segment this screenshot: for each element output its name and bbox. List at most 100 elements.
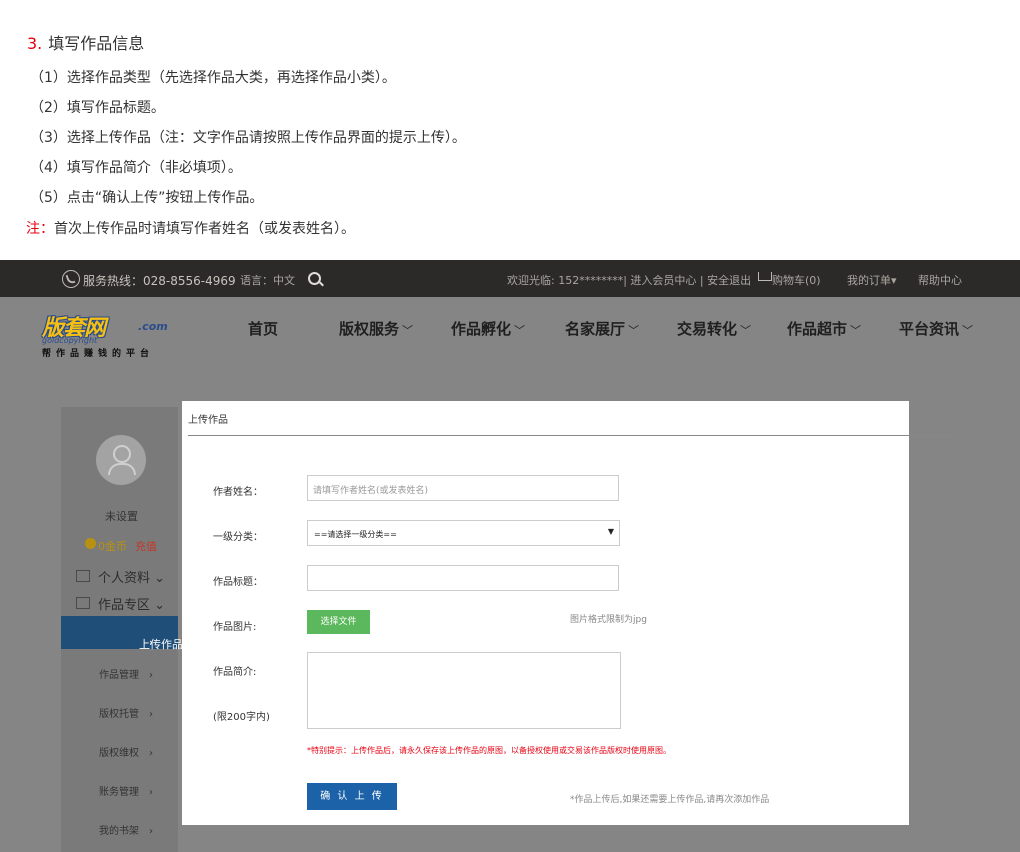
category-selected-value: ==请选择一级分类== xyxy=(314,530,397,539)
chevron-down-icon: ﹀ xyxy=(514,324,526,337)
chevron-down-icon: ﹀ xyxy=(962,324,974,337)
author-placeholder: 请填写作者姓名(或发表姓名) xyxy=(313,486,429,496)
nav-label: 名家展厅 xyxy=(565,320,626,338)
note-label: 注： xyxy=(26,221,54,237)
nav-label: 版权服务 xyxy=(339,320,400,338)
logo-tagline: 帮作品赚钱的平台 xyxy=(42,349,155,359)
nav-masters-gallery[interactable]: 名家展厅 ﹀ xyxy=(565,318,639,339)
site-logo[interactable]: 版套网 .com goldcopyright 帮作品赚钱的平台 xyxy=(42,310,172,360)
my-orders-link[interactable]: 我的订单▾ xyxy=(847,272,897,288)
works-icon xyxy=(76,597,90,609)
panel-title: 上传作品 xyxy=(188,415,228,426)
nav-label: 平台资讯 xyxy=(899,320,960,338)
author-label: 作者姓名： xyxy=(213,487,263,498)
chevron-down-icon: ﹀ xyxy=(740,324,752,337)
step-4: （4）填写作品简介（非必填项）。 xyxy=(30,160,242,176)
chevron-down-icon: ⌄ xyxy=(154,598,166,613)
menu-label: 账务管理 xyxy=(99,787,139,798)
section-title: 填写作品信息 xyxy=(48,34,145,53)
coin-icon xyxy=(85,538,96,549)
language-selector[interactable]: 语言：中文 xyxy=(240,272,295,288)
author-name-input[interactable]: 请填写作者姓名(或发表姓名) xyxy=(307,475,619,501)
website-screenshot: 服务热线：028-8556-4969 语言：中文 欢迎光临: 152******… xyxy=(0,260,1020,852)
note-text: 首次上传作品时请填写作者姓名（或发表姓名）。 xyxy=(54,221,355,237)
title-label: 作品标题： xyxy=(213,577,263,588)
nav-label: 交易转化 xyxy=(677,320,738,338)
hotline-text: 服务热线：028-8556-4969 xyxy=(83,274,236,288)
chevron-right-icon: › xyxy=(149,709,153,720)
chevron-right-icon: › xyxy=(149,787,153,798)
recharge-link[interactable]: 充值 xyxy=(135,538,157,554)
sidebar-item-bookshelf[interactable]: 我的书架 › xyxy=(99,822,153,837)
menu-label: 作品专区 xyxy=(98,598,151,613)
sidebar-item-works-manage[interactable]: 作品管理 › xyxy=(99,666,153,681)
intro-label: 作品简介: xyxy=(213,667,257,678)
nav-copyright-service[interactable]: 版权服务 ﹀ xyxy=(339,318,413,339)
divider xyxy=(188,435,953,436)
nav-label: 作品超市 xyxy=(787,320,848,338)
note: 注：首次上传作品时请填写作者姓名（或发表姓名）。 xyxy=(26,218,355,238)
menu-label: 我的书架 xyxy=(99,826,139,837)
intro-limit: (限200字内) xyxy=(213,712,270,723)
sidebar-item-custody[interactable]: 版权托管 › xyxy=(99,705,153,720)
step-1: （1）选择作品类型（先选择作品大类，再选择作品小类）。 xyxy=(30,70,396,86)
logo-english: goldcopyright xyxy=(42,336,98,345)
confirm-upload-button[interactable]: 确 认 上 传 xyxy=(307,783,397,810)
chevron-right-icon: › xyxy=(149,670,153,681)
menu-label: 版权托管 xyxy=(99,709,139,720)
work-title-input[interactable] xyxy=(307,565,619,591)
chevron-down-icon: ﹀ xyxy=(628,324,640,337)
category-label: 一级分类： xyxy=(213,532,263,543)
sidebar-item-rights[interactable]: 版权维权 › xyxy=(99,744,153,759)
top-bar: 服务热线：028-8556-4969 语言：中文 欢迎光临: 152******… xyxy=(0,260,1020,297)
nav-label: 作品孵化 xyxy=(451,320,512,338)
intro-textarea[interactable] xyxy=(307,652,621,729)
dropdown-caret-icon: ▼ xyxy=(607,527,614,536)
phone-icon xyxy=(62,270,80,288)
nav-label: 首页 xyxy=(248,320,279,338)
menu-label: 版权维权 xyxy=(99,748,139,759)
sidebar-item-upload[interactable]: 上传作品 › xyxy=(61,616,183,651)
search-icon[interactable] xyxy=(308,272,321,285)
help-center-link[interactable]: 帮助中心 xyxy=(918,272,962,288)
menu-label: 个人资料 xyxy=(98,571,151,586)
special-warning: *特别提示：上传作品后，请永久保存该上传作品的原图，以备授权使用或交易该作品版权… xyxy=(307,746,671,755)
chevron-right-icon: › xyxy=(149,826,153,837)
menu-label: 作品管理 xyxy=(99,670,139,681)
avatar[interactable] xyxy=(96,435,146,485)
image-format-hint: 图片格式限制为jpg xyxy=(570,615,647,625)
step-2: （2）填写作品标题。 xyxy=(30,100,165,116)
nav-trading[interactable]: 交易转化 ﹀ xyxy=(677,318,751,339)
submit-hint: *作品上传后,如果还需要上传作品,请再次添加作品 xyxy=(570,795,770,805)
step-5: （5）点击“确认上传”按钮上传作品。 xyxy=(30,190,264,206)
step-3: （3）选择上传作品（注：文字作品请按照上传作品界面的提示上传）。 xyxy=(30,130,466,146)
chevron-down-icon: ⌄ xyxy=(154,571,166,586)
logo-com: .com xyxy=(138,320,168,333)
upload-form-panel xyxy=(182,401,909,825)
profile-icon xyxy=(76,570,90,582)
chevron-right-icon: › xyxy=(149,636,154,649)
chevron-right-icon: › xyxy=(149,748,153,759)
username: 未设置 xyxy=(105,510,138,523)
sidebar-item-accounts[interactable]: 账务管理 › xyxy=(99,783,153,798)
nav-works-market[interactable]: 作品超市 ﹀ xyxy=(787,318,861,339)
section-heading: 3. 填写作品信息 xyxy=(27,30,144,54)
menu-profile[interactable]: 个人资料 ⌄ xyxy=(98,567,165,586)
image-label: 作品图片: xyxy=(213,622,257,633)
cart-link[interactable]: 购物车(0) xyxy=(772,272,821,288)
menu-label: 上传作品 xyxy=(139,638,183,651)
nav-home[interactable]: 首页 xyxy=(248,318,278,339)
nav-news[interactable]: 平台资讯 ﹀ xyxy=(899,318,973,339)
chevron-down-icon: ﹀ xyxy=(850,324,862,337)
user-icon xyxy=(113,445,131,463)
category-select[interactable]: ==请选择一级分类== ▼ xyxy=(307,520,620,546)
section-number: 3. xyxy=(27,34,43,53)
choose-file-button[interactable]: 选择文件 xyxy=(307,610,370,634)
cart-icon[interactable] xyxy=(758,272,772,281)
coin-balance: 0金币 xyxy=(98,540,127,553)
welcome-links[interactable]: 欢迎光临: 152********| 进入会员中心 | 安全退出 xyxy=(507,272,751,288)
chevron-down-icon: ﹀ xyxy=(402,324,414,337)
menu-works[interactable]: 作品专区 ⌄ xyxy=(98,594,165,613)
nav-incubation[interactable]: 作品孵化 ﹀ xyxy=(451,318,525,339)
user-body-icon xyxy=(108,463,136,475)
